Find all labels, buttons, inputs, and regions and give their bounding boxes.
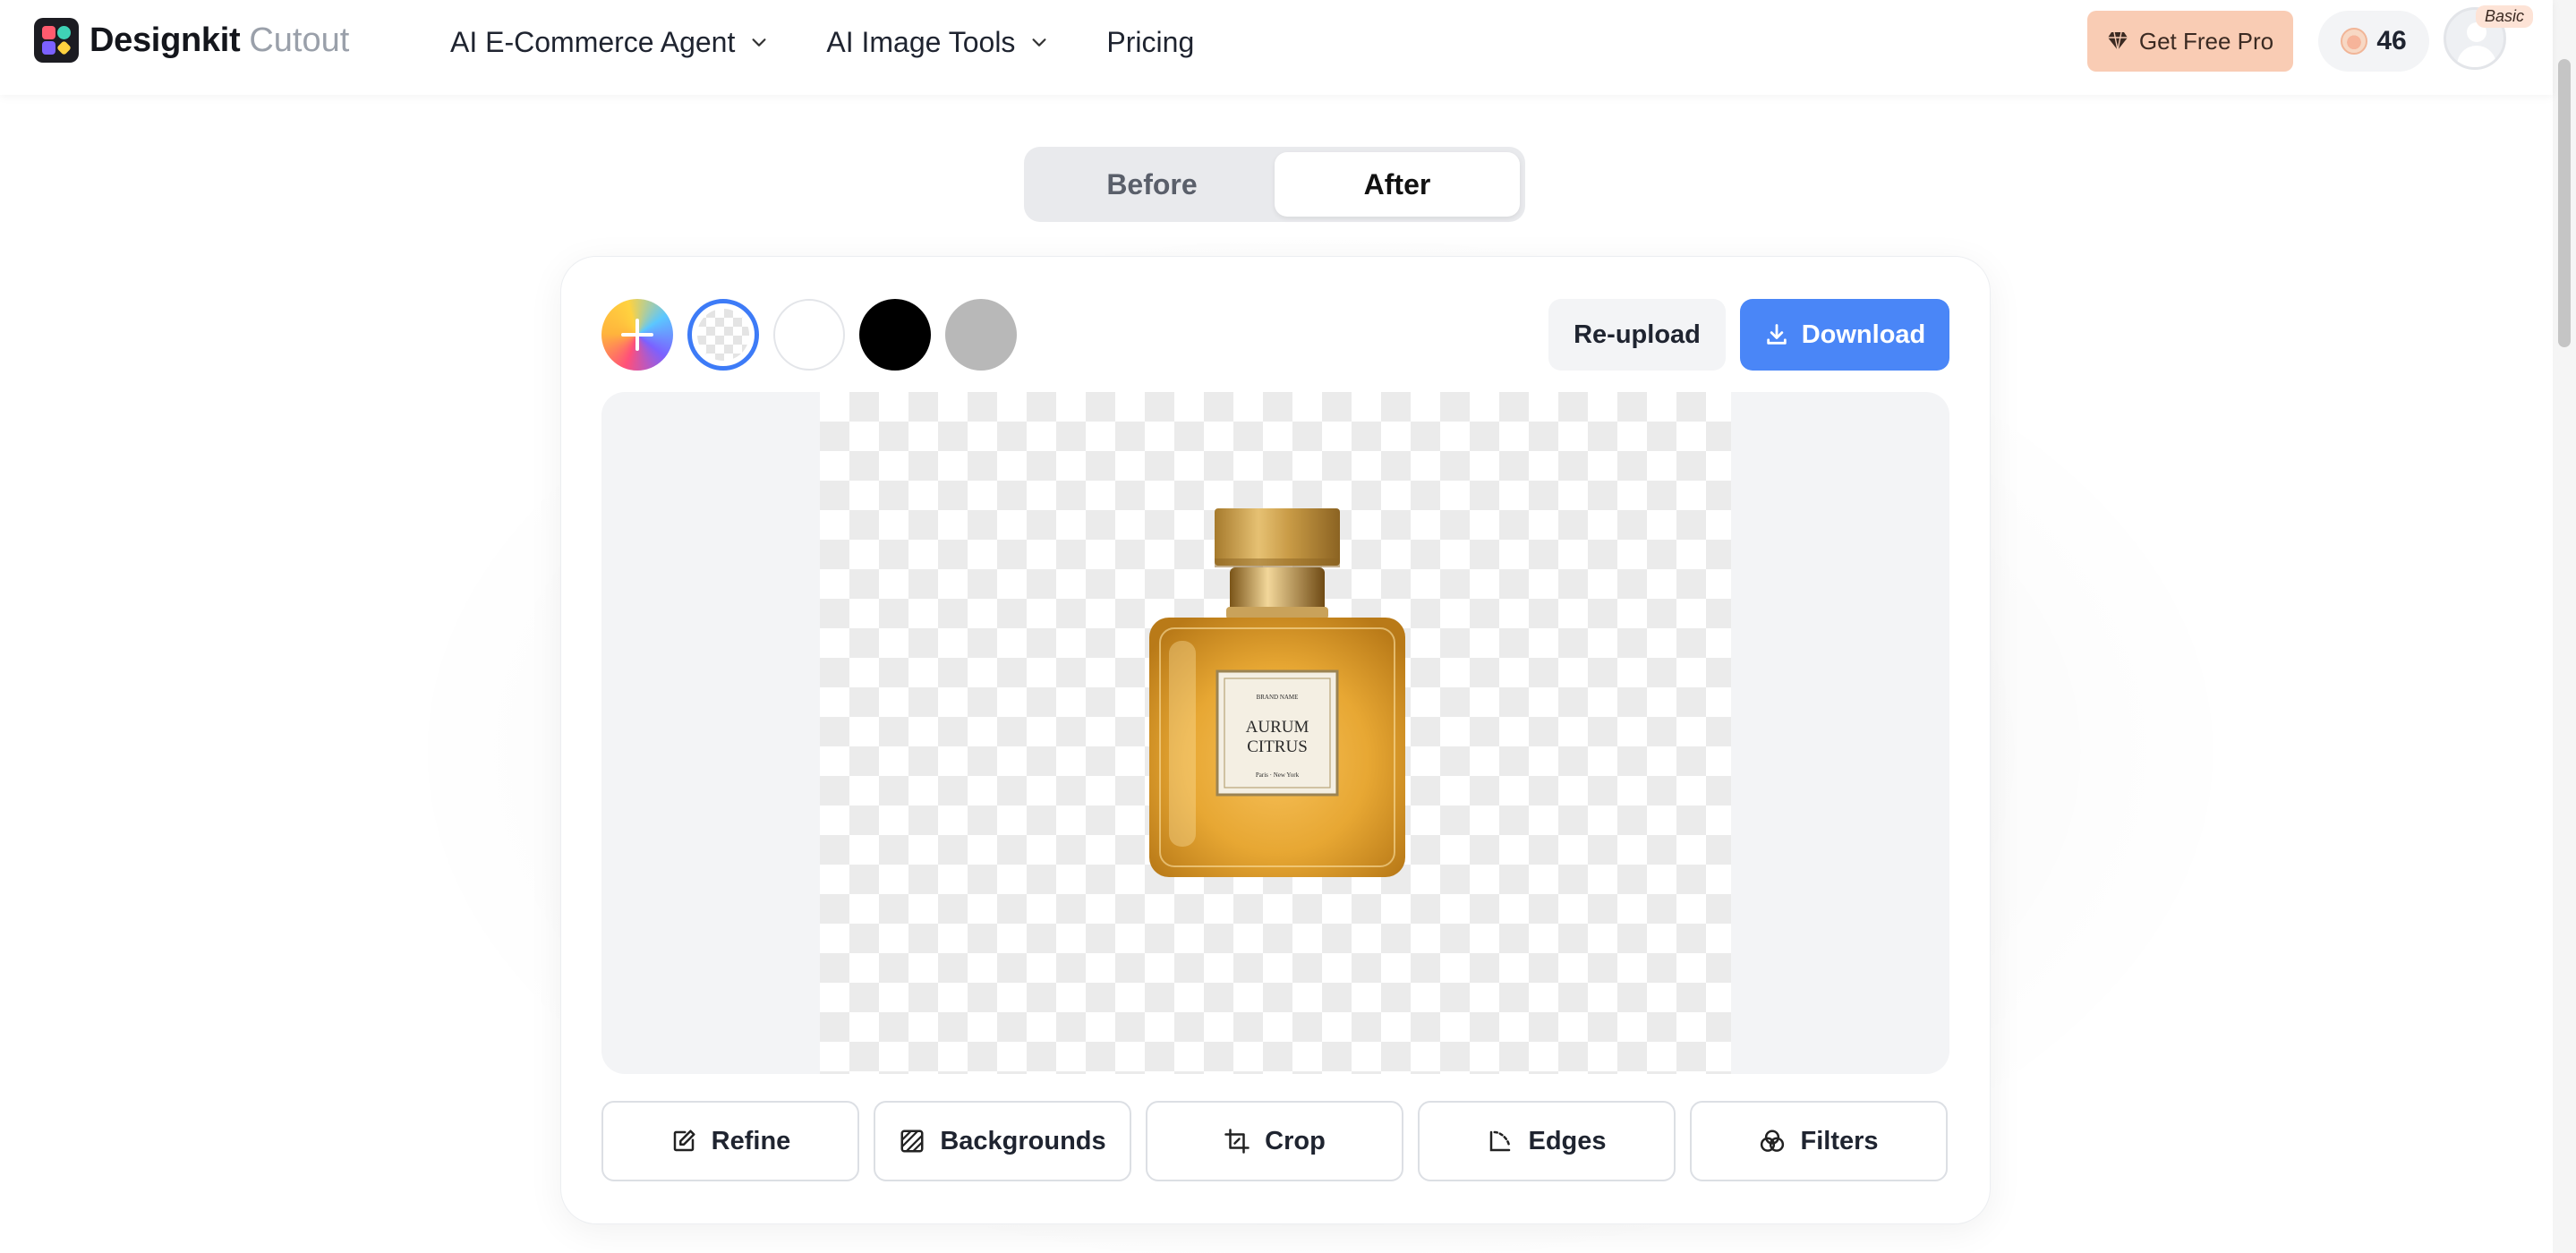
credit-coin-icon bbox=[2341, 28, 2368, 55]
label-name-line1: AURUM bbox=[1246, 718, 1309, 737]
white-swatch[interactable] bbox=[773, 299, 845, 371]
credits-value: 46 bbox=[2376, 26, 2407, 55]
add-custom-color-swatch[interactable] bbox=[601, 299, 673, 371]
pattern-icon bbox=[900, 1129, 924, 1153]
black-swatch[interactable] bbox=[859, 299, 931, 371]
crop-icon bbox=[1224, 1129, 1250, 1154]
filters-icon bbox=[1761, 1129, 1785, 1152]
top-navbar: Designkit Cutout AI E-Commerce Agent AI … bbox=[0, 0, 2553, 95]
brand-name: Designkit bbox=[90, 21, 241, 59]
nav-ai-image-tools-label: AI Image Tools bbox=[826, 25, 1016, 58]
get-free-pro-label: Get Free Pro bbox=[2138, 27, 2274, 55]
download-label: Download bbox=[1801, 320, 1926, 349]
backgrounds-label: Backgrounds bbox=[940, 1126, 1106, 1155]
designkit-logo-icon bbox=[34, 18, 79, 63]
label-brand-line: BRAND NAME bbox=[1257, 694, 1299, 701]
download-button[interactable]: Download bbox=[1740, 299, 1949, 371]
before-tab[interactable]: Before bbox=[1029, 152, 1275, 217]
edit-icon bbox=[673, 1129, 695, 1152]
brand-logo[interactable]: Designkit Cutout bbox=[34, 18, 349, 63]
nav-ecommerce-agent-label: AI E-Commerce Agent bbox=[450, 25, 736, 58]
chevron-down-icon bbox=[1032, 38, 1046, 47]
page-scrollbar-thumb[interactable] bbox=[2558, 59, 2571, 347]
refine-button[interactable]: Refine bbox=[601, 1101, 859, 1181]
chevron-down-icon bbox=[752, 38, 766, 47]
plan-badge: Basic bbox=[2476, 5, 2534, 28]
label-cities: Paris · New York bbox=[1256, 771, 1300, 779]
edges-icon bbox=[1490, 1130, 1511, 1152]
crop-label: Crop bbox=[1265, 1126, 1326, 1155]
after-tab[interactable]: After bbox=[1275, 152, 1520, 217]
perfume-bottle-image: BRAND NAME AURUM CITRUS Paris · New York bbox=[1149, 508, 1405, 877]
reupload-button[interactable]: Re-upload bbox=[1548, 299, 1726, 371]
refine-label: Refine bbox=[711, 1126, 791, 1155]
edges-button[interactable]: Edges bbox=[1418, 1101, 1676, 1181]
filters-button[interactable]: Filters bbox=[1690, 1101, 1948, 1181]
before-after-toggle: Before After bbox=[1024, 147, 1525, 222]
edges-label: Edges bbox=[1528, 1126, 1607, 1155]
main-nav: AI E-Commerce Agent AI Image Tools Prici… bbox=[450, 23, 1194, 61]
get-free-pro-button[interactable]: Get Free Pro bbox=[2087, 11, 2293, 72]
nav-pricing-label: Pricing bbox=[1106, 25, 1195, 58]
label-name-line2: CITRUS bbox=[1247, 737, 1308, 756]
gray-swatch[interactable] bbox=[945, 299, 1017, 371]
product-name: Cutout bbox=[249, 21, 350, 59]
nav-ecommerce-agent[interactable]: AI E-Commerce Agent bbox=[450, 23, 769, 61]
backgrounds-button[interactable]: Backgrounds bbox=[874, 1101, 1131, 1181]
credits-counter[interactable]: 46 bbox=[2318, 11, 2429, 72]
transparent-swatch[interactable] bbox=[687, 299, 759, 371]
crop-button[interactable]: Crop bbox=[1146, 1101, 1403, 1181]
download-icon bbox=[1766, 324, 1787, 345]
nav-ai-image-tools[interactable]: AI Image Tools bbox=[826, 23, 1049, 61]
filters-label: Filters bbox=[1800, 1126, 1879, 1155]
nav-pricing[interactable]: Pricing bbox=[1106, 23, 1194, 61]
edit-tools-bar: Refine Backgrounds Crop Edges Filters bbox=[601, 1101, 1949, 1181]
diamond-icon bbox=[2107, 31, 2128, 51]
